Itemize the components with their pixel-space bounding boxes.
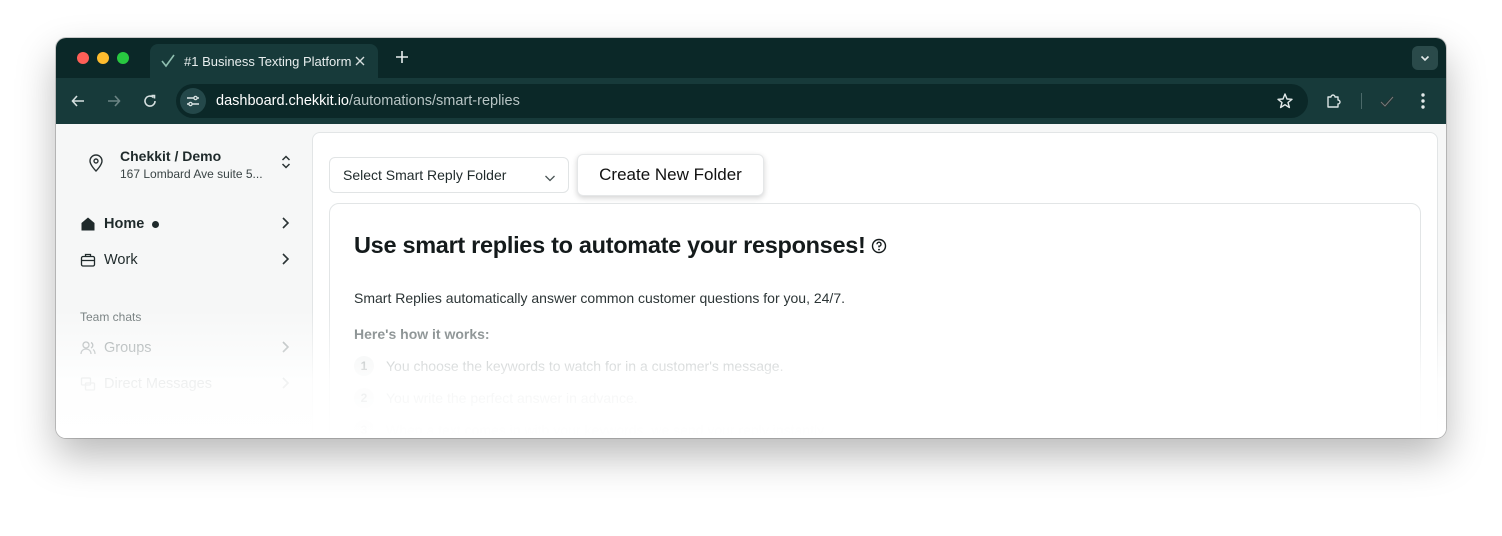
bookmark-star-icon[interactable] <box>1276 92 1294 110</box>
maximize-window-button[interactable] <box>117 52 129 64</box>
org-address: 167 Lombard Ave suite 5... <box>120 167 263 181</box>
url-host: dashboard.chekkit.io <box>216 93 349 109</box>
location-pin-icon <box>88 154 104 177</box>
team-chats-label: Team chats <box>80 310 142 324</box>
sidebar-item-work[interactable]: Work <box>80 248 290 272</box>
step-item: 2 You write the perfect answer in advanc… <box>354 388 638 408</box>
site-settings-icon[interactable] <box>180 88 206 114</box>
checkmark-favicon-icon <box>160 53 176 69</box>
users-icon <box>80 340 96 356</box>
browser-window: #1 Business Texting Platform dashboard.c… <box>56 38 1446 438</box>
chevron-right-icon <box>280 340 290 358</box>
toolbar-divider <box>1361 93 1362 109</box>
step-number: 2 <box>354 388 374 408</box>
back-arrow-icon[interactable] <box>67 90 89 112</box>
create-new-folder-button[interactable]: Create New Folder <box>577 154 764 196</box>
browser-toolbar: dashboard.chekkit.io/automations/smart-r… <box>56 78 1446 124</box>
url-text: dashboard.chekkit.io/automations/smart-r… <box>216 93 520 109</box>
home-icon <box>80 216 96 232</box>
smart-reply-folder-select[interactable]: Select Smart Reply Folder <box>329 157 569 193</box>
smart-replies-intro-card: Use smart replies to automate your respo… <box>329 203 1421 438</box>
address-bar[interactable]: dashboard.chekkit.io/automations/smart-r… <box>176 84 1308 118</box>
close-window-button[interactable] <box>77 52 89 64</box>
extensions-icon[interactable] <box>1323 90 1345 112</box>
page-content: Chekkit / Demo 167 Lombard Ave suite 5..… <box>56 124 1446 438</box>
forward-arrow-icon[interactable] <box>103 90 125 112</box>
notification-dot <box>152 220 160 228</box>
sidebar-item-label: Work <box>104 252 138 268</box>
sidebar-item-label: Groups <box>104 340 152 356</box>
minimize-window-button[interactable] <box>97 52 109 64</box>
sidebar: Chekkit / Demo 167 Lombard Ave suite 5..… <box>56 124 306 438</box>
reload-icon[interactable] <box>139 90 161 112</box>
intro-heading: Use smart replies to automate your respo… <box>354 232 866 258</box>
chevron-down-icon <box>1420 55 1430 62</box>
profile-avatar-icon[interactable] <box>1376 90 1398 112</box>
browser-tab[interactable]: #1 Business Texting Platform <box>150 44 378 78</box>
folder-select-value: Select Smart Reply Folder <box>343 167 507 183</box>
step-item: 1 You choose the keywords to watch for i… <box>354 356 783 376</box>
sidebar-item-label: Direct Messages <box>104 376 212 392</box>
sidebar-item-label: Home <box>104 216 145 232</box>
step-text: You write the perfect answer in advance. <box>386 390 638 406</box>
chevron-right-icon <box>280 252 290 270</box>
briefcase-icon <box>80 252 96 268</box>
tab-title: #1 Business Texting Platform <box>184 53 352 69</box>
step-text: You choose the keywords to watch for in … <box>386 358 784 374</box>
step-text: When a text comes in with your keywords,… <box>386 422 827 438</box>
smart-replies-panel: Select Smart Reply Folder Create New Fol… <box>312 132 1438 438</box>
plus-icon[interactable] <box>392 48 412 68</box>
chevron-up-down-icon <box>280 154 292 175</box>
sidebar-item-direct-messages[interactable]: Direct Messages <box>80 372 290 396</box>
chevron-right-icon <box>280 376 290 394</box>
intro-description: Smart Replies automatically answer commo… <box>354 290 845 306</box>
sidebar-item-groups[interactable]: Groups <box>80 336 290 360</box>
chat-icon <box>80 376 96 392</box>
org-switcher[interactable]: Chekkit / Demo 167 Lombard Ave suite 5..… <box>80 146 292 186</box>
step-number: 1 <box>354 356 374 376</box>
close-icon[interactable] <box>352 53 368 69</box>
tab-strip: #1 Business Texting Platform <box>56 38 1446 78</box>
step-number: 3 <box>354 420 374 438</box>
help-circle-icon[interactable] <box>871 238 887 259</box>
step-item: 3 When a text comes in with your keyword… <box>354 420 827 438</box>
tab-search-button[interactable] <box>1412 46 1438 70</box>
chevron-down-icon <box>544 170 556 186</box>
sidebar-item-home[interactable]: Home <box>80 212 290 236</box>
how-it-works-label: Here's how it works: <box>354 326 490 342</box>
chevron-right-icon <box>280 216 290 234</box>
more-options-icon[interactable] <box>1412 90 1434 112</box>
org-name: Chekkit / Demo <box>120 148 222 164</box>
url-path: /automations/smart-replies <box>349 93 520 109</box>
